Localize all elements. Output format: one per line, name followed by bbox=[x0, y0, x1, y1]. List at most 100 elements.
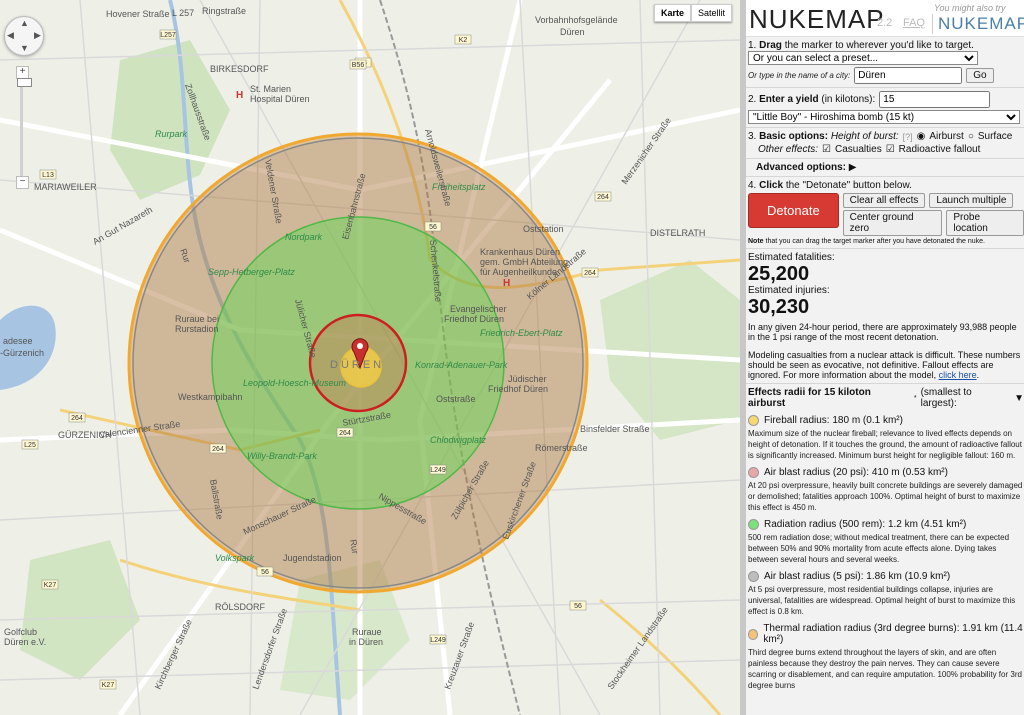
svg-text:MARIAWEILER: MARIAWEILER bbox=[34, 182, 97, 192]
svg-text:Hospital Düren: Hospital Düren bbox=[250, 94, 310, 104]
effect-color-dot[interactable] bbox=[748, 571, 759, 582]
svg-text:Oststraße: Oststraße bbox=[436, 394, 476, 404]
map-area[interactable]: H H 56264264264562642645656K2L13L25K27L2… bbox=[0, 0, 740, 715]
surface-radio[interactable]: ○ bbox=[968, 131, 974, 142]
svg-text:H: H bbox=[503, 278, 510, 289]
effect-entry: Air blast radius (5 psi): 1.86 km (10.9 … bbox=[748, 571, 1024, 617]
probe-location-button[interactable]: Probe location bbox=[946, 210, 1024, 236]
effect-color-dot[interactable] bbox=[748, 467, 759, 478]
svg-text:BIRKESDORF: BIRKESDORF bbox=[210, 64, 269, 74]
effect-title: Fireball radius: 180 m (0.1 km²) bbox=[764, 415, 903, 426]
svg-text:Friedhof Düren: Friedhof Düren bbox=[444, 314, 504, 324]
fatalities-value: 25,200 bbox=[748, 263, 810, 285]
road-number: 264 bbox=[584, 270, 596, 277]
yield-input[interactable] bbox=[879, 91, 991, 108]
svg-text:Ruraue bei: Ruraue bei bbox=[175, 314, 219, 324]
zoom-slider[interactable] bbox=[17, 78, 32, 178]
zoom-control[interactable]: + − bbox=[16, 66, 32, 189]
effect-color-dot[interactable] bbox=[748, 519, 759, 530]
effect-color-dot[interactable] bbox=[748, 415, 759, 426]
effect-description: 500 rem radiation dose; without medical … bbox=[748, 533, 1010, 564]
svg-text:Ruraue: Ruraue bbox=[352, 627, 382, 637]
effect-entry: Thermal radiation radius (3rd degree bur… bbox=[748, 623, 1024, 691]
svg-text:Friedhof Düren: Friedhof Düren bbox=[488, 384, 548, 394]
road-number: L249 bbox=[430, 637, 446, 644]
step-4: 4. Click the "Detonate" button below. De… bbox=[746, 177, 1024, 249]
svg-text:gem. GmbH Abteilung: gem. GmbH Abteilung bbox=[480, 257, 568, 267]
zoom-knob[interactable] bbox=[17, 78, 32, 87]
pan-down-icon[interactable]: ▼ bbox=[20, 43, 29, 53]
svg-text:Rurstadion: Rurstadion bbox=[175, 324, 219, 334]
step-1: 1. Drag the marker to wherever you'd lik… bbox=[746, 37, 1024, 88]
svg-text:Westkampibahn: Westkampibahn bbox=[178, 392, 242, 402]
map-type-control[interactable]: Karte Satellit bbox=[653, 4, 732, 22]
map-canvas[interactable]: H H 56264264264562642645656K2L13L25K27L2… bbox=[0, 0, 740, 715]
svg-text:Düren: Düren bbox=[560, 27, 585, 37]
panel-header: NUKEMAP 2.2 FAQ You might also try NUKEM… bbox=[746, 0, 1024, 37]
effect-title: Radiation radius (500 rem): 1.2 km (4.51… bbox=[764, 519, 967, 530]
injuries-label: Estimated injuries: bbox=[748, 285, 830, 296]
svg-text:Willy-Brandt-Park: Willy-Brandt-Park bbox=[247, 451, 317, 461]
svg-text:Nordpark: Nordpark bbox=[285, 232, 323, 242]
detonate-button[interactable]: Detonate bbox=[748, 193, 839, 228]
road-number: 56 bbox=[261, 569, 269, 576]
clear-effects-button[interactable]: Clear all effects bbox=[842, 193, 926, 208]
nukemap3d-link[interactable]: NUKEMAP3D bbox=[932, 14, 1024, 34]
svg-text:Düren e.V.: Düren e.V. bbox=[4, 637, 46, 647]
svg-text:Volkspark: Volkspark bbox=[215, 553, 255, 563]
svg-text:Jugendstadion: Jugendstadion bbox=[283, 553, 342, 563]
map-label: Hovener Straße bbox=[106, 9, 170, 19]
pan-control[interactable]: ▲ ▼ ◀ ▶ bbox=[4, 16, 44, 56]
effect-entry: Air blast radius (20 psi): 410 m (0.53 k… bbox=[748, 467, 1024, 513]
city-hint: Or type in the name of a city: bbox=[748, 71, 851, 80]
svg-text:St. Marien: St. Marien bbox=[250, 84, 291, 94]
zoom-out-button[interactable]: − bbox=[16, 176, 29, 189]
svg-text:Friedrich-Ebert-Platz: Friedrich-Ebert-Platz bbox=[480, 328, 563, 338]
road-number: 264 bbox=[339, 430, 351, 437]
expand-arrow-icon[interactable]: ▶ bbox=[849, 162, 857, 173]
svg-text:Krankenhaus Düren: Krankenhaus Düren bbox=[480, 247, 560, 257]
road-number: L13 bbox=[42, 172, 54, 179]
effect-color-dot[interactable] bbox=[748, 628, 759, 640]
hospital-icon: H bbox=[236, 90, 243, 101]
advanced-options-toggle[interactable]: Advanced options: ▶ bbox=[746, 159, 1024, 177]
faq-link[interactable]: FAQ bbox=[903, 17, 925, 29]
pan-left-icon[interactable]: ◀ bbox=[7, 30, 14, 41]
collapse-arrow-icon[interactable]: ▼ bbox=[1014, 393, 1024, 404]
effects-list: Effects radii for 15 kiloton airburst * (… bbox=[748, 387, 1024, 691]
svg-text:Binsfelder Straße: Binsfelder Straße bbox=[580, 424, 650, 434]
bomb-select[interactable]: "Little Boy" - Hiroshima bomb (15 kt) bbox=[748, 110, 1020, 124]
step-2: 2. Enter a yield (in kilotons): "Little … bbox=[746, 88, 1024, 128]
height-help-link[interactable]: [?] bbox=[903, 132, 913, 142]
road-number: L257 bbox=[160, 32, 176, 39]
road-number: 264 bbox=[71, 415, 83, 422]
map-type-karte[interactable]: Karte bbox=[653, 4, 691, 22]
effect-description: At 5 psi overpressure, most residential … bbox=[748, 585, 1016, 616]
go-button[interactable]: Go bbox=[966, 68, 994, 83]
road-number: 56 bbox=[574, 603, 582, 610]
pan-right-icon[interactable]: ▶ bbox=[34, 30, 41, 41]
casualties-checkbox[interactable]: ☑ bbox=[822, 144, 831, 155]
road-number: B56 bbox=[352, 62, 365, 69]
road-number: K27 bbox=[102, 682, 115, 689]
fallout-checkbox[interactable]: ☑ bbox=[886, 144, 895, 155]
click-here-link[interactable]: click here bbox=[939, 370, 977, 380]
preset-select[interactable]: Or you can select a preset... bbox=[748, 51, 978, 65]
road-number: L249 bbox=[430, 467, 446, 474]
city-input[interactable] bbox=[854, 67, 963, 84]
effect-entry: Fireball radius: 180 m (0.1 km²) Maximum … bbox=[748, 415, 1024, 461]
city-label: DÜREN bbox=[330, 359, 384, 371]
also-try-label: You might also try bbox=[934, 3, 1006, 13]
center-ground-zero-button[interactable]: Center ground zero bbox=[842, 210, 943, 236]
app-title: NUKEMAP bbox=[749, 4, 885, 34]
injuries-value: 30,230 bbox=[748, 296, 810, 318]
map-type-satellit[interactable]: Satellit bbox=[690, 4, 732, 22]
effect-title: Air blast radius (20 psi): 410 m (0.53 k… bbox=[764, 467, 948, 478]
pan-up-icon[interactable]: ▲ bbox=[20, 18, 29, 28]
version-label: 2.2 bbox=[877, 17, 893, 29]
svg-text:Evangelischer: Evangelischer bbox=[450, 304, 507, 314]
svg-text:Sepp-Hetberger-Platz: Sepp-Hetberger-Platz bbox=[208, 267, 295, 277]
launch-multiple-button[interactable]: Launch multiple bbox=[929, 193, 1014, 208]
airburst-radio[interactable]: ◉ bbox=[917, 131, 926, 142]
svg-text:Chlodwigplatz: Chlodwigplatz bbox=[430, 435, 487, 445]
